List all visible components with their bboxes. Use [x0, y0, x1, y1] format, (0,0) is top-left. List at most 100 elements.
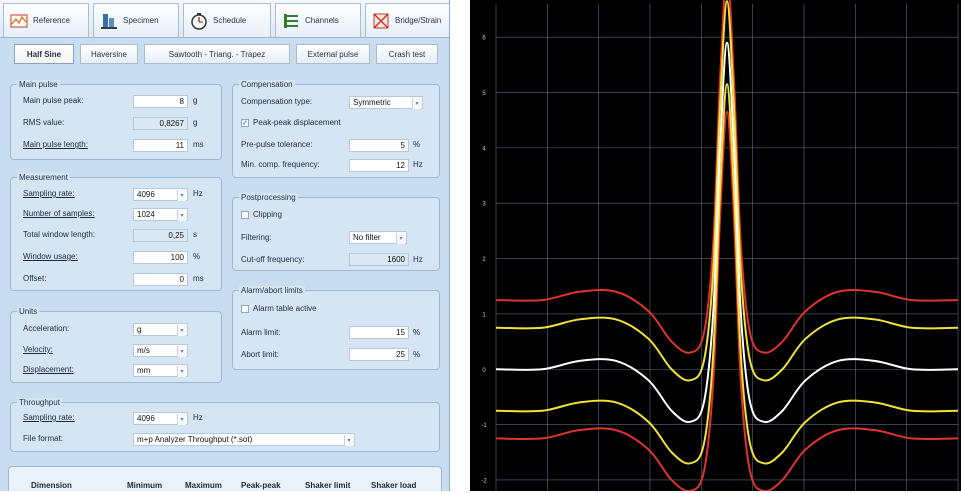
y-tick-label: 5	[482, 91, 486, 97]
number-of-samples-select[interactable]: 1024 ▾	[133, 208, 188, 221]
chevron-down-icon[interactable]: ▾	[344, 435, 353, 446]
reference-icon	[10, 12, 28, 30]
unit-percent: %	[413, 140, 421, 149]
tab-label: Channels	[305, 16, 339, 25]
unit-hz: Hz	[193, 189, 203, 198]
group-title: Measurement	[17, 173, 70, 182]
results-table-header: Dimension Minimum Maximum Peak-peak Shak…	[8, 466, 442, 491]
alarm-table-active-label: Alarm table active	[253, 304, 317, 313]
clipping-checkbox[interactable]	[241, 211, 249, 219]
group-title: Alarm/abort limits	[239, 286, 305, 295]
main-pulse-peak-input[interactable]: 8	[133, 95, 188, 108]
sampling-rate-select[interactable]: 4096 ▾	[133, 188, 188, 201]
units-group: Units Acceleration: g ▾ Velocity: m/s ▾ Di…	[10, 307, 222, 383]
velocity-select[interactable]: m/s ▾	[133, 344, 188, 357]
chevron-down-icon[interactable]: ▾	[396, 233, 405, 244]
alarm-table-active-checkbox[interactable]	[241, 305, 249, 313]
peak-peak-displacement-label: Peak-peak displacement	[253, 118, 341, 127]
column-header-maximum[interactable]: Maximum	[185, 481, 222, 490]
unit-percent: %	[193, 252, 201, 261]
unit-ms: ms	[193, 274, 204, 283]
file-format-select[interactable]: m+p Analyzer Throughput (*.sot) ▾	[133, 433, 355, 446]
pulse-type-tabs: Half Sine Haversine Sawtooth - Triang. -…	[0, 44, 449, 66]
column-header-dimension[interactable]: Dimension	[31, 481, 72, 490]
offset-label: Offset:	[23, 274, 47, 283]
unit-percent: %	[413, 350, 421, 359]
filtering-label: Filtering:	[241, 233, 272, 242]
tab-label: Reference	[33, 16, 70, 25]
displacement-select[interactable]: mm ▾	[133, 364, 188, 377]
select-value: m/s	[137, 346, 150, 355]
tab-label: Specimen	[123, 16, 159, 25]
chevron-down-icon[interactable]: ▾	[177, 366, 186, 377]
window-usage-input[interactable]: 100	[133, 251, 188, 264]
alarm-limit-label: Alarm limit:	[241, 328, 281, 337]
select-value: Symmetric	[353, 98, 391, 107]
chevron-down-icon[interactable]: ▾	[177, 210, 186, 221]
tab-half-sine[interactable]: Half Sine	[14, 44, 74, 64]
sampling-rate-label: Sampling rate:	[23, 189, 75, 198]
select-value: 4096	[137, 190, 155, 199]
main-pulse-peak-label: Main pulse peak:	[23, 96, 84, 105]
schedule-icon	[190, 12, 208, 30]
cutoff-frequency-label: Cut-off frequency:	[241, 255, 305, 264]
series-line-alarm-lower	[495, 83, 959, 465]
alarm-limit-input[interactable]: 15	[349, 326, 409, 339]
group-title: Postprocessing	[239, 193, 298, 202]
group-title: Units	[17, 307, 40, 316]
cutoff-frequency-field: 1600	[349, 253, 409, 266]
unit-ms: ms	[193, 140, 204, 149]
column-header-minimum[interactable]: Minimum	[127, 481, 162, 490]
chevron-down-icon[interactable]: ▾	[412, 98, 421, 109]
offset-input[interactable]: 0	[133, 273, 188, 286]
throughput-sampling-rate-label: Sampling rate:	[23, 413, 75, 422]
column-header-shaker-limit[interactable]: Shaker limit	[305, 481, 350, 490]
velocity-label: Velocity:	[23, 345, 53, 354]
window-usage-label: Window usage:	[23, 252, 78, 261]
group-title: Compensation	[239, 80, 295, 89]
abort-limit-label: Abort limit:	[241, 350, 279, 359]
unit-hz: Hz	[413, 160, 423, 169]
tab-external-pulse[interactable]: External pulse	[296, 44, 370, 64]
chevron-down-icon[interactable]: ▾	[177, 346, 186, 357]
column-header-shaker-load[interactable]: Shaker load	[371, 481, 416, 490]
throughput-sampling-rate-select[interactable]: 4096 ▾	[133, 412, 188, 425]
compensation-type-select[interactable]: Symmetric ▾	[349, 96, 423, 109]
throughput-group: Throughput Sampling rate: 4096 ▾ Hz File …	[10, 398, 440, 452]
column-header-peak-peak[interactable]: Peak-peak	[241, 481, 281, 490]
pre-pulse-tolerance-input[interactable]: 5	[349, 139, 409, 152]
tab-channels[interactable]: Channels	[275, 3, 361, 37]
main-pulse-length-input[interactable]: 11	[133, 139, 188, 152]
chevron-down-icon[interactable]: ▾	[177, 190, 186, 201]
acceleration-select[interactable]: g ▾	[133, 323, 188, 336]
y-tick-label: -1	[481, 423, 487, 429]
unit-g: g	[193, 118, 198, 127]
tab-sawtooth-triang-trapez[interactable]: Sawtooth - Triang. - Trapez	[144, 44, 290, 64]
total-window-length-field: 0,25	[133, 229, 188, 242]
abort-limit-input[interactable]: 25	[349, 348, 409, 361]
y-tick-label: 1	[482, 312, 486, 318]
tab-crash-test[interactable]: Crash test	[376, 44, 438, 64]
total-window-length-label: Total window length:	[23, 230, 96, 239]
file-format-label: File format:	[23, 434, 64, 443]
tab-haversine[interactable]: Haversine	[80, 44, 138, 64]
rms-value-label: RMS value:	[23, 118, 65, 127]
tab-reference[interactable]: Reference	[3, 3, 89, 37]
chevron-down-icon[interactable]: ▾	[177, 414, 186, 425]
select-value: m+p Analyzer Throughput (*.sot)	[137, 435, 253, 444]
peak-peak-displacement-checkbox[interactable]: ✓	[241, 119, 249, 127]
tab-schedule[interactable]: Schedule	[183, 3, 271, 37]
main-tab-bar: Reference Specimen Schedule Channels Bri…	[0, 0, 449, 38]
select-value: 4096	[137, 414, 155, 423]
series-line-abort-lower	[495, 110, 959, 493]
min-comp-frequency-input[interactable]: 12	[349, 159, 409, 172]
tab-specimen[interactable]: Specimen	[93, 3, 179, 37]
compensation-type-label: Compensation type:	[241, 97, 313, 106]
chevron-down-icon[interactable]: ▾	[177, 325, 186, 336]
measurement-group: Measurement Sampling rate: 4096 ▾ Hz Numb…	[10, 173, 222, 291]
postprocessing-group: Postprocessing Clipping Filtering: No fi…	[232, 193, 440, 271]
filtering-select[interactable]: No filter ▾	[349, 231, 407, 244]
tab-bridge-strain[interactable]: Bridge/Strain	[365, 3, 449, 37]
specimen-icon	[100, 12, 118, 30]
series-line-reference	[495, 41, 959, 424]
